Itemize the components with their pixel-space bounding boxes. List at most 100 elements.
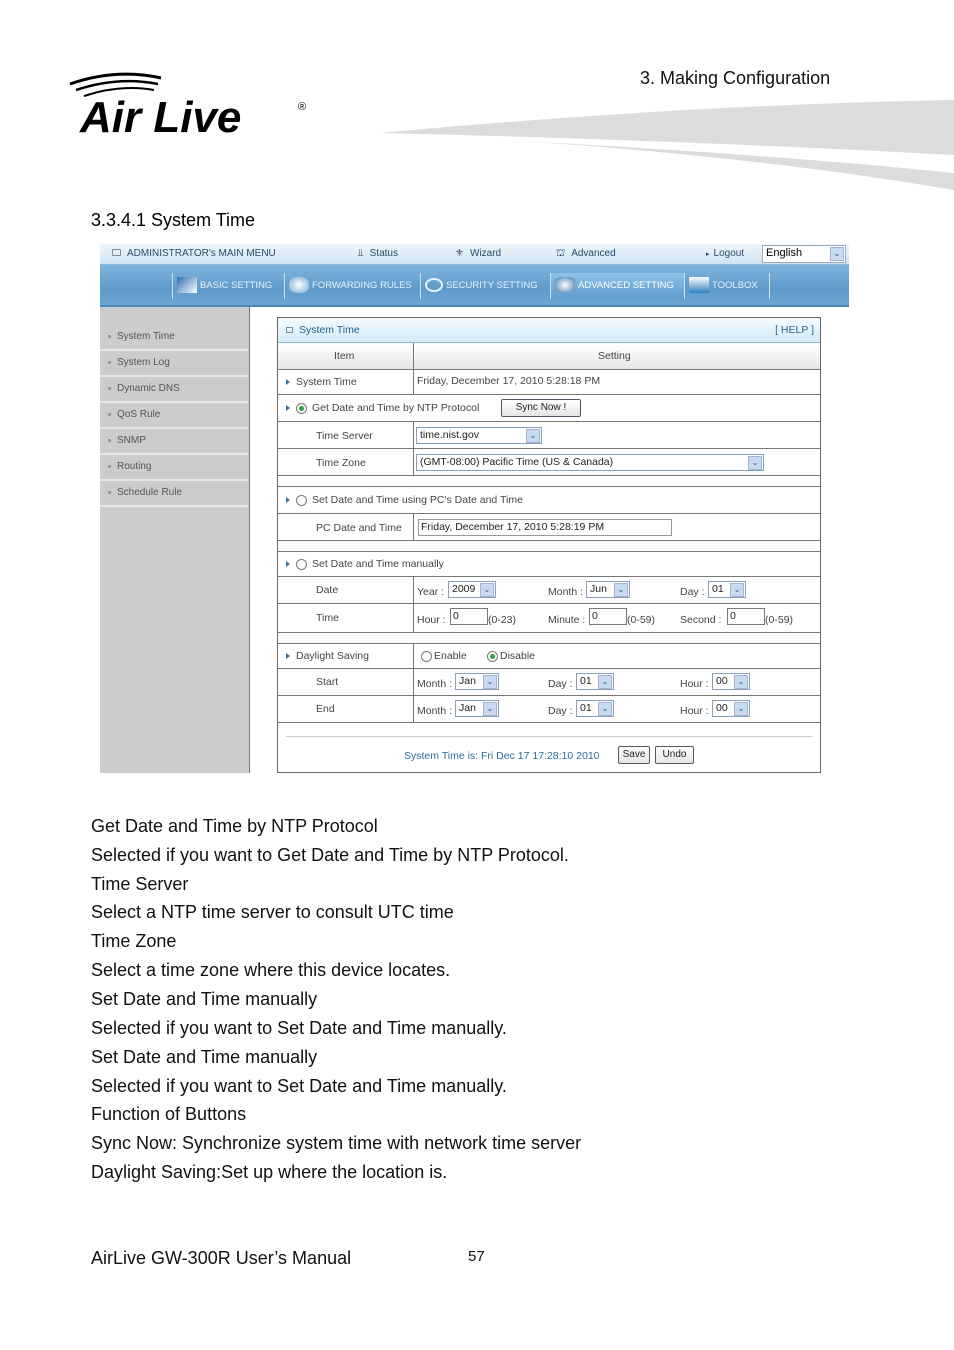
dst-end-day-select[interactable]: 01 ⌄ — [576, 700, 614, 717]
logo-text: Air Live — [79, 93, 241, 140]
sidebar-item-snmp[interactable]: SNMP — [100, 429, 248, 455]
dst-enable-option[interactable]: Enable — [421, 650, 467, 662]
body-line: Time Zone — [91, 931, 177, 951]
month-select[interactable]: Jun ⌄ — [586, 581, 630, 598]
tab-basic-setting[interactable]: BASIC SETTING — [172, 273, 285, 299]
time-zone-select[interactable]: (GMT-08:00) Pacific Time (US & Canada) ⌄ — [416, 454, 764, 471]
tab-toolbox[interactable]: TOOLBOX — [684, 273, 770, 299]
status-icon: ⫫ — [358, 248, 364, 259]
dst-enable-label: Enable — [434, 650, 467, 662]
header-cell-item: Item — [278, 343, 414, 369]
dst-start-hour-select[interactable]: 00 ⌄ — [712, 673, 750, 690]
language-value: English — [766, 247, 803, 259]
tab-security-setting[interactable]: SECURITY SETTING — [420, 273, 549, 299]
second-input[interactable]: 0 — [727, 608, 765, 625]
tab-advanced-setting[interactable]: ADVANCED SETTING — [550, 273, 685, 299]
tab-label: SECURITY SETTING — [446, 280, 538, 291]
triangle-right-icon — [286, 497, 290, 504]
dst-enable-radio[interactable] — [421, 650, 432, 662]
date-label: Date — [316, 584, 339, 596]
dst-disable-label: Disable — [500, 650, 536, 662]
toolbox-icon — [689, 277, 709, 294]
logout-link[interactable]: ▸ Logout — [706, 248, 744, 259]
help-link[interactable]: [ HELP ] — [775, 324, 814, 336]
table-row: Time Zone (GMT-08:00) Pacific Time (US &… — [278, 449, 820, 476]
main-nav: BASIC SETTING FORWARDING RULES SECURITY … — [100, 265, 849, 307]
dst-start-label: Start — [316, 676, 339, 688]
save-button[interactable]: Save — [618, 746, 650, 764]
body-line: Select a NTP time server to consult UTC … — [91, 902, 454, 922]
year-label: Year : — [417, 586, 445, 598]
dst-start-day-value: 01 — [580, 675, 592, 687]
bullet-icon — [108, 490, 111, 494]
time-server-select[interactable]: time.nist.gov ⌄ — [416, 427, 542, 444]
dst-start-month-select[interactable]: Jan ⌄ — [455, 673, 499, 690]
sync-now-button[interactable]: Sync Now ! — [501, 399, 581, 417]
dst-month-label: Month : — [417, 678, 453, 690]
minute-input[interactable]: 0 — [589, 608, 627, 625]
footer-manual-title: AirLive GW-300R User’s Manual — [91, 1248, 352, 1268]
dst-day-label: Day : — [548, 678, 573, 690]
table-row: PC Date and Time Friday, December 17, 20… — [278, 514, 820, 541]
advanced-label: Advanced — [571, 248, 616, 259]
hour-label: Hour : — [417, 614, 446, 626]
day-select[interactable]: 01 ⌄ — [708, 581, 746, 598]
sidebar-item-dynamic-dns[interactable]: Dynamic DNS — [100, 377, 248, 403]
chevron-down-icon: ⌄ — [830, 247, 844, 261]
manual-radio[interactable] — [296, 558, 307, 570]
triangle-right-icon — [286, 561, 290, 568]
airlive-logo: Air Live ® — [69, 72, 306, 140]
table-row-pc: Set Date and Time using PC's Date and Ti… — [278, 487, 820, 514]
dst-disable-option[interactable]: Disable — [487, 650, 535, 662]
system-time-value: Friday, December 17, 2010 5:28:18 PM — [417, 375, 601, 387]
dst-start-hour-value: 00 — [716, 675, 728, 687]
pc-radio[interactable] — [296, 494, 307, 506]
divider — [286, 736, 812, 737]
advanced-link[interactable]: ⛫ Advanced — [556, 248, 616, 261]
wizard-icon: ⚜ — [455, 248, 464, 259]
body-line: Selected if you want to Set Date and Tim… — [91, 1076, 507, 1096]
registered-mark: ® — [298, 101, 306, 113]
sidebar: System Time System Log Dynamic DNS QoS R… — [100, 307, 250, 773]
month-label: Month : — [548, 586, 584, 598]
table-row-daylight: Daylight Saving Enable Disable — [278, 644, 820, 669]
sidebar-item-label: Dynamic DNS — [117, 383, 180, 394]
dst-start-day-select[interactable]: 01 ⌄ — [576, 673, 614, 690]
top-menu-bar: ADMINISTRATOR's MAIN MENU ⫫ Status ⚜ Wizar… — [100, 244, 849, 265]
dst-end-hour-select[interactable]: 00 ⌄ — [712, 700, 750, 717]
sidebar-item-system-time[interactable]: System Time — [100, 325, 248, 351]
dst-month-label: Month : — [417, 705, 453, 717]
pc-label: Set Date and Time using PC's Date and Ti… — [312, 494, 523, 506]
ntp-radio[interactable] — [296, 402, 307, 414]
bullet-icon — [108, 412, 111, 416]
body-line: Get Date and Time by NTP Protocol — [91, 816, 378, 836]
wizard-link[interactable]: ⚜ Wizard — [455, 248, 501, 259]
year-select[interactable]: 2009 ⌄ — [448, 581, 496, 598]
tab-label: BASIC SETTING — [200, 280, 273, 291]
body-line: Daylight Saving:Set up where the locatio… — [91, 1162, 448, 1182]
tab-label: ADVANCED SETTING — [578, 280, 674, 291]
sidebar-item-schedule-rule[interactable]: Schedule Rule — [100, 481, 248, 507]
spacer-row — [278, 476, 820, 487]
dst-disable-radio[interactable] — [487, 650, 498, 662]
pc-date-field[interactable]: Friday, December 17, 2010 5:28:19 PM — [418, 519, 672, 536]
chevron-down-icon: ⌄ — [526, 429, 540, 443]
sidebar-item-system-log[interactable]: System Log — [100, 351, 248, 377]
item-cell: End — [278, 696, 414, 722]
sidebar-item-qos-rule[interactable]: QoS Rule — [100, 403, 248, 429]
router-ui-screenshot: ADMINISTRATOR's MAIN MENU ⫫ Status ⚜ Wizar… — [100, 244, 849, 773]
chevron-down-icon: ⌄ — [598, 675, 612, 689]
hour-input[interactable]: 0 — [450, 608, 488, 625]
chevron-down-icon: ⌄ — [598, 702, 612, 716]
dst-end-month-select[interactable]: Jan ⌄ — [455, 700, 499, 717]
body-line: Select a time zone where this device loc… — [91, 960, 451, 980]
main-menu-link[interactable]: ADMINISTRATOR's MAIN MENU — [112, 248, 276, 259]
item-cell: Time Zone — [278, 449, 414, 475]
language-select[interactable]: English ⌄ — [762, 245, 846, 263]
sidebar-item-routing[interactable]: Routing — [100, 455, 248, 481]
undo-button[interactable]: Undo — [655, 746, 694, 764]
tab-forwarding-rules[interactable]: FORWARDING RULES — [284, 273, 419, 299]
time-server-label: Time Server — [316, 430, 373, 442]
table-row-dst-end: End Month : Jan ⌄ Day : 01 ⌄ Hour : 00 ⌄ — [278, 696, 820, 723]
status-link[interactable]: ⫫ Status — [358, 248, 398, 259]
